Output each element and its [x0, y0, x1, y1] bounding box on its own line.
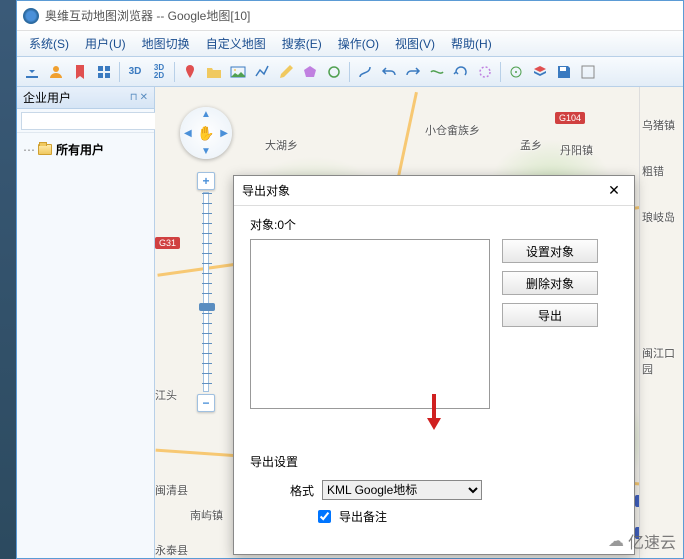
- sidebar: 企业用户 ⊓ ✕ ⋯ 所有用户: [17, 87, 155, 558]
- zoom-in-button[interactable]: +: [197, 172, 215, 190]
- menu-user[interactable]: 用户(U): [77, 32, 134, 55]
- delete-objects-button[interactable]: 删除对象: [502, 271, 598, 295]
- undo-icon[interactable]: [378, 61, 400, 83]
- zoom-control: + −: [197, 172, 215, 412]
- objects-count-label: 对象:0个: [250, 216, 618, 233]
- tree-expand-icon[interactable]: ⋯: [23, 143, 34, 157]
- user-icon[interactable]: [45, 61, 67, 83]
- dialog-titlebar[interactable]: 导出对象 ✕: [234, 176, 634, 206]
- set-objects-button[interactable]: 设置对象: [502, 239, 598, 263]
- menu-help[interactable]: 帮助(H): [443, 32, 500, 55]
- map-label: 丹阳镇: [560, 142, 593, 158]
- pan-west-icon[interactable]: ◀: [184, 128, 192, 139]
- map-label: 江头: [155, 387, 177, 403]
- export-remark-checkbox[interactable]: [318, 510, 331, 523]
- polyline-icon[interactable]: [251, 61, 273, 83]
- arrow-down-icon: [424, 394, 444, 433]
- zoom-out-button[interactable]: −: [197, 394, 215, 412]
- save-icon[interactable]: [553, 61, 575, 83]
- folder-icon: [38, 144, 52, 155]
- map-label: 闽江口园: [642, 345, 681, 377]
- grid-icon[interactable]: [93, 61, 115, 83]
- map-label: 小仓畲族乡: [425, 122, 480, 138]
- pan-north-icon[interactable]: ▲: [201, 109, 211, 120]
- menu-system[interactable]: 系统(S): [21, 32, 77, 55]
- pin-icon[interactable]: ⊓: [130, 92, 138, 103]
- menu-view[interactable]: 视图(V): [387, 32, 443, 55]
- window-title: 奥维互动地图浏览器 -- Google地图[10]: [45, 7, 250, 24]
- tree-root-item[interactable]: ⋯ 所有用户: [23, 139, 148, 160]
- map-label: 孟乡: [520, 137, 542, 153]
- menu-map-switch[interactable]: 地图切换: [134, 32, 198, 55]
- export-dialog: 导出对象 ✕ 对象:0个 设置对象 删除对象 导出 导出设置 格式 KML Go…: [233, 175, 635, 555]
- zoom-slider[interactable]: [203, 192, 209, 392]
- map-label: 乌猪镇: [642, 117, 681, 133]
- export-remark-label: 导出备注: [339, 508, 387, 525]
- menu-custom-map[interactable]: 自定义地图: [198, 32, 274, 55]
- watermark-text: 亿速云: [628, 529, 676, 553]
- menubar: 系统(S) 用户(U) 地图切换 自定义地图 搜索(E) 操作(O) 视图(V)…: [17, 31, 683, 57]
- ring-icon[interactable]: [474, 61, 496, 83]
- sidebar-title: 企业用户: [23, 89, 71, 106]
- redo-icon[interactable]: [402, 61, 424, 83]
- picture-icon[interactable]: [227, 61, 249, 83]
- sidebar-header: 企业用户 ⊓ ✕: [17, 87, 154, 109]
- app-icon: [23, 8, 39, 24]
- user-tree: ⋯ 所有用户: [17, 133, 154, 558]
- map-label: 大湖乡: [265, 137, 298, 153]
- zoom-thumb[interactable]: [199, 303, 215, 311]
- circle-icon[interactable]: [323, 61, 345, 83]
- download-icon[interactable]: [21, 61, 43, 83]
- map-label: 南屿镇: [190, 507, 223, 523]
- polygon-icon[interactable]: [299, 61, 321, 83]
- dialog-close-button[interactable]: ✕: [602, 179, 626, 203]
- menu-search[interactable]: 搜索(E): [274, 32, 330, 55]
- pan-east-icon[interactable]: ▶: [220, 128, 228, 139]
- folder-icon[interactable]: [203, 61, 225, 83]
- refresh-icon[interactable]: [450, 61, 472, 83]
- sidebar-search-input[interactable]: [21, 112, 173, 130]
- format-label: 格式: [274, 482, 314, 499]
- layers-icon[interactable]: [529, 61, 551, 83]
- menu-operate[interactable]: 操作(O): [330, 32, 387, 55]
- map-label: 粗错: [642, 163, 681, 179]
- format-select[interactable]: KML Google地标: [322, 480, 482, 500]
- 3d2d-button[interactable]: 3D2D: [148, 61, 170, 83]
- export-settings-title: 导出设置: [250, 453, 618, 470]
- close-panel-icon[interactable]: ✕: [140, 92, 148, 103]
- export-button[interactable]: 导出: [502, 303, 598, 327]
- titlebar: 奥维互动地图浏览器 -- Google地图[10]: [17, 1, 683, 31]
- target-icon[interactable]: [505, 61, 527, 83]
- pan-south-icon[interactable]: ▼: [201, 146, 211, 157]
- objects-listbox[interactable]: [250, 239, 490, 409]
- map-right-edge: 乌猪镇 粗错 琅岐岛 闽江口园: [639, 87, 683, 558]
- watermark: ☁ 亿速云: [608, 529, 676, 553]
- tree-root-label: 所有用户: [56, 141, 104, 158]
- route-icon[interactable]: [354, 61, 376, 83]
- map-label: 琅岐岛: [642, 209, 681, 225]
- more-icon[interactable]: [577, 61, 599, 83]
- road-shield-g31: G31: [155, 237, 180, 249]
- map-label: 闽清县: [155, 482, 188, 498]
- pin-icon[interactable]: [179, 61, 201, 83]
- toolbar: 3D 3D2D: [17, 57, 683, 87]
- map-label: 永泰县: [155, 542, 188, 558]
- pencil-icon[interactable]: [275, 61, 297, 83]
- bookmark-icon[interactable]: [69, 61, 91, 83]
- 3d-button[interactable]: 3D: [124, 61, 146, 83]
- dialog-title: 导出对象: [242, 182, 290, 199]
- road-shield-g104: G104: [555, 112, 585, 124]
- track-icon[interactable]: [426, 61, 448, 83]
- pan-control[interactable]: ▲ ▼ ◀ ▶ ✋: [180, 107, 232, 159]
- cloud-icon: ☁: [608, 531, 624, 551]
- pan-hand-icon[interactable]: ✋: [197, 125, 214, 142]
